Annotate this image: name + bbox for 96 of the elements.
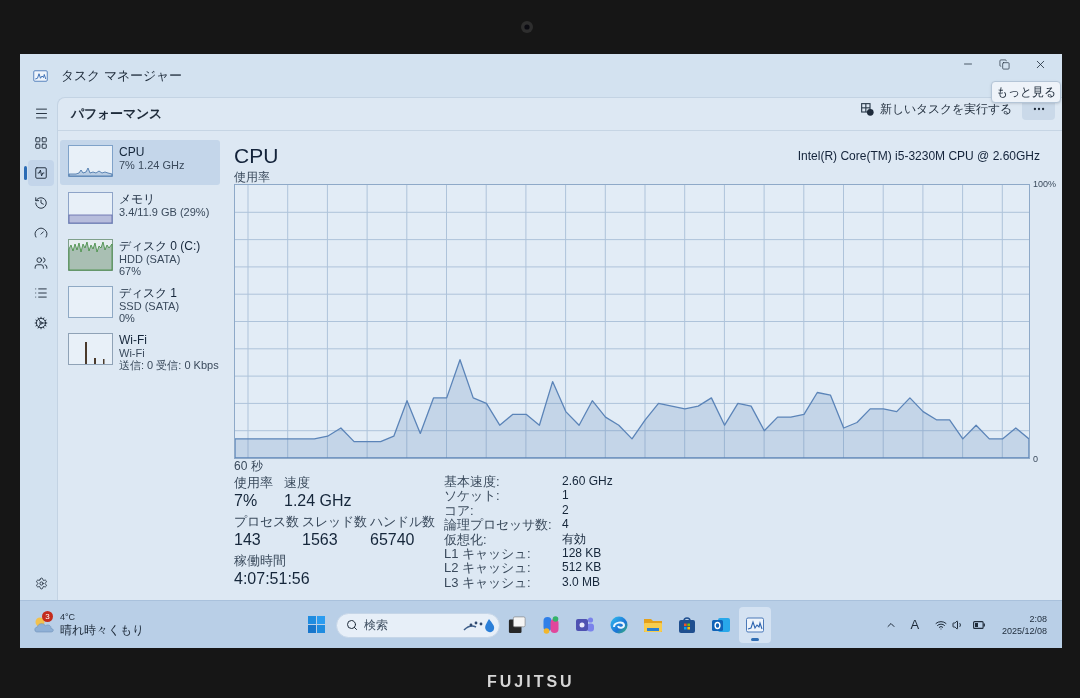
chart-window-icon bbox=[745, 615, 765, 634]
spec-label: コア: bbox=[444, 503, 475, 518]
nav-tab[interactable] bbox=[28, 160, 54, 186]
logo-text: FUJITSU bbox=[487, 672, 575, 692]
input-mode-button[interactable]: A bbox=[902, 609, 927, 640]
spec-value: 2 bbox=[562, 503, 570, 518]
spec-value: 3.0 MB bbox=[562, 575, 601, 590]
tooltip: もっと見る bbox=[991, 81, 1061, 103]
bag-icon bbox=[677, 614, 697, 635]
webcam-icon bbox=[521, 21, 533, 33]
stat-label: プロセス数 bbox=[234, 514, 300, 529]
resource-name: メモリ bbox=[119, 192, 156, 206]
y-tick-label: 100% bbox=[1033, 178, 1057, 190]
users-icon bbox=[34, 256, 48, 270]
spec-label: ソケット: bbox=[444, 489, 501, 503]
battery-icon bbox=[972, 620, 985, 629]
resource-item[interactable]: CPU 7% 1.24 GHz bbox=[60, 140, 220, 185]
history-icon bbox=[34, 196, 48, 210]
page-title: パフォーマンス bbox=[71, 106, 162, 122]
chart-window-icon bbox=[33, 69, 48, 82]
spec-value: 有効 bbox=[562, 532, 587, 546]
stat-label: ハンドル数 bbox=[370, 514, 435, 529]
temperature-text: 4°C bbox=[60, 612, 77, 623]
notification-badge: 3 bbox=[42, 610, 53, 622]
resource-detail: 3.4/11.9 GB (29%) bbox=[119, 206, 210, 218]
wave-circle-icon bbox=[609, 614, 629, 635]
resource-detail: 67% bbox=[119, 265, 143, 277]
stat-value: 7% bbox=[234, 491, 259, 511]
stat-label: スレッド数 bbox=[302, 514, 368, 529]
resource-item[interactable]: Wi-Fi Wi-Fi 送信: 0 受信: 0 Kbps bbox=[60, 328, 220, 373]
pills-icon bbox=[541, 614, 561, 635]
resource-item[interactable]: ディスク 0 (C:) HDD (SATA) 67% bbox=[60, 234, 220, 279]
resource-name: ディスク 1 bbox=[119, 286, 178, 300]
weather-condition: 晴れ時々くもり bbox=[60, 623, 144, 637]
chart-caption: 使用率 bbox=[234, 170, 270, 184]
resource-detail: Wi-Fi bbox=[119, 347, 146, 359]
date-text: 2025/12/08 bbox=[1001, 624, 1047, 637]
spec-value: 2.60 GHz bbox=[562, 475, 613, 489]
network-bar-graph bbox=[68, 333, 113, 365]
new-task-icon bbox=[861, 102, 874, 116]
stat-label: 稼働時間 bbox=[234, 553, 287, 568]
y-tick-label: 0 bbox=[1033, 453, 1038, 465]
disk-activity-graph bbox=[68, 239, 113, 271]
spec-label: 論理プロセッサ数: bbox=[444, 518, 553, 532]
stat-value: 4:07:51:56 bbox=[234, 569, 310, 589]
resource-detail: HDD (SATA) bbox=[119, 253, 182, 265]
search-field[interactable]: 検索 bbox=[336, 612, 500, 638]
resource-detail: SSD (SATA) bbox=[119, 300, 180, 312]
pulse-icon bbox=[34, 166, 48, 180]
spec-label: 仮想化: bbox=[444, 532, 488, 546]
stat-value: 1.24 GHz bbox=[284, 491, 352, 511]
spec-value: 4 bbox=[562, 518, 570, 532]
spec-label: L2 キャッシュ: bbox=[444, 561, 532, 575]
resource-item[interactable]: メモリ 3.4/11.9 GB (29%) bbox=[60, 187, 220, 232]
settings-icon bbox=[34, 576, 48, 590]
time-text: 2:08 bbox=[1029, 612, 1047, 625]
resource-name: CPU bbox=[119, 145, 146, 159]
resource-detail: 送信: 0 受信: 0 Kbps bbox=[119, 359, 219, 371]
empty-graph bbox=[68, 286, 113, 318]
resource-item[interactable]: ディスク 1 SSD (SATA) 0% bbox=[60, 281, 220, 326]
cpu-model-name: Intel(R) Core(TM) i5-3230M CPU @ 2.60GHz bbox=[797, 149, 1040, 163]
wifi-icon bbox=[934, 618, 947, 631]
stat-value: 143 bbox=[234, 530, 262, 550]
stat-label: 速度 bbox=[284, 475, 311, 490]
people-tile-icon bbox=[575, 614, 595, 635]
cog-icon bbox=[34, 316, 48, 330]
stat-label: 使用率 bbox=[234, 475, 274, 490]
chart-caption: 60 秒 bbox=[234, 459, 263, 473]
resource-detail: 0% bbox=[119, 312, 136, 324]
resource-name: Wi-Fi bbox=[119, 333, 148, 347]
usage-sparkline bbox=[68, 145, 113, 177]
memory-graph bbox=[68, 192, 113, 224]
gauge-icon bbox=[34, 226, 48, 240]
grid-icon bbox=[34, 136, 48, 150]
list-icon bbox=[34, 286, 48, 300]
window-tiles-icon bbox=[508, 615, 526, 634]
stat-value: 1563 bbox=[302, 530, 339, 550]
spec-value: 128 KB bbox=[562, 546, 603, 561]
speaker-icon bbox=[951, 618, 964, 631]
resource-name: ディスク 0 (C:) bbox=[119, 239, 201, 253]
spec-label: L3 キャッシュ: bbox=[444, 575, 532, 590]
selection-indicator bbox=[24, 166, 27, 180]
spec-value: 512 KB bbox=[562, 561, 603, 575]
resource-detail: 7% 1.24 GHz bbox=[119, 159, 185, 171]
spec-value: 1 bbox=[562, 489, 570, 503]
active-indicator bbox=[751, 637, 759, 641]
spec-label: 基本速度: bbox=[444, 475, 501, 489]
menu-icon bbox=[33, 105, 49, 121]
resource-title: CPU bbox=[234, 144, 279, 168]
search-icon bbox=[346, 618, 358, 631]
window-title: タスク マネージャー bbox=[61, 67, 182, 84]
spec-label: L1 キャッシュ: bbox=[444, 546, 532, 561]
restore-icon bbox=[998, 58, 1010, 70]
stat-value: 65740 bbox=[370, 530, 416, 550]
clock-button[interactable]: 2:08 2025/12/08 bbox=[997, 609, 1051, 640]
start-icon bbox=[308, 616, 325, 633]
